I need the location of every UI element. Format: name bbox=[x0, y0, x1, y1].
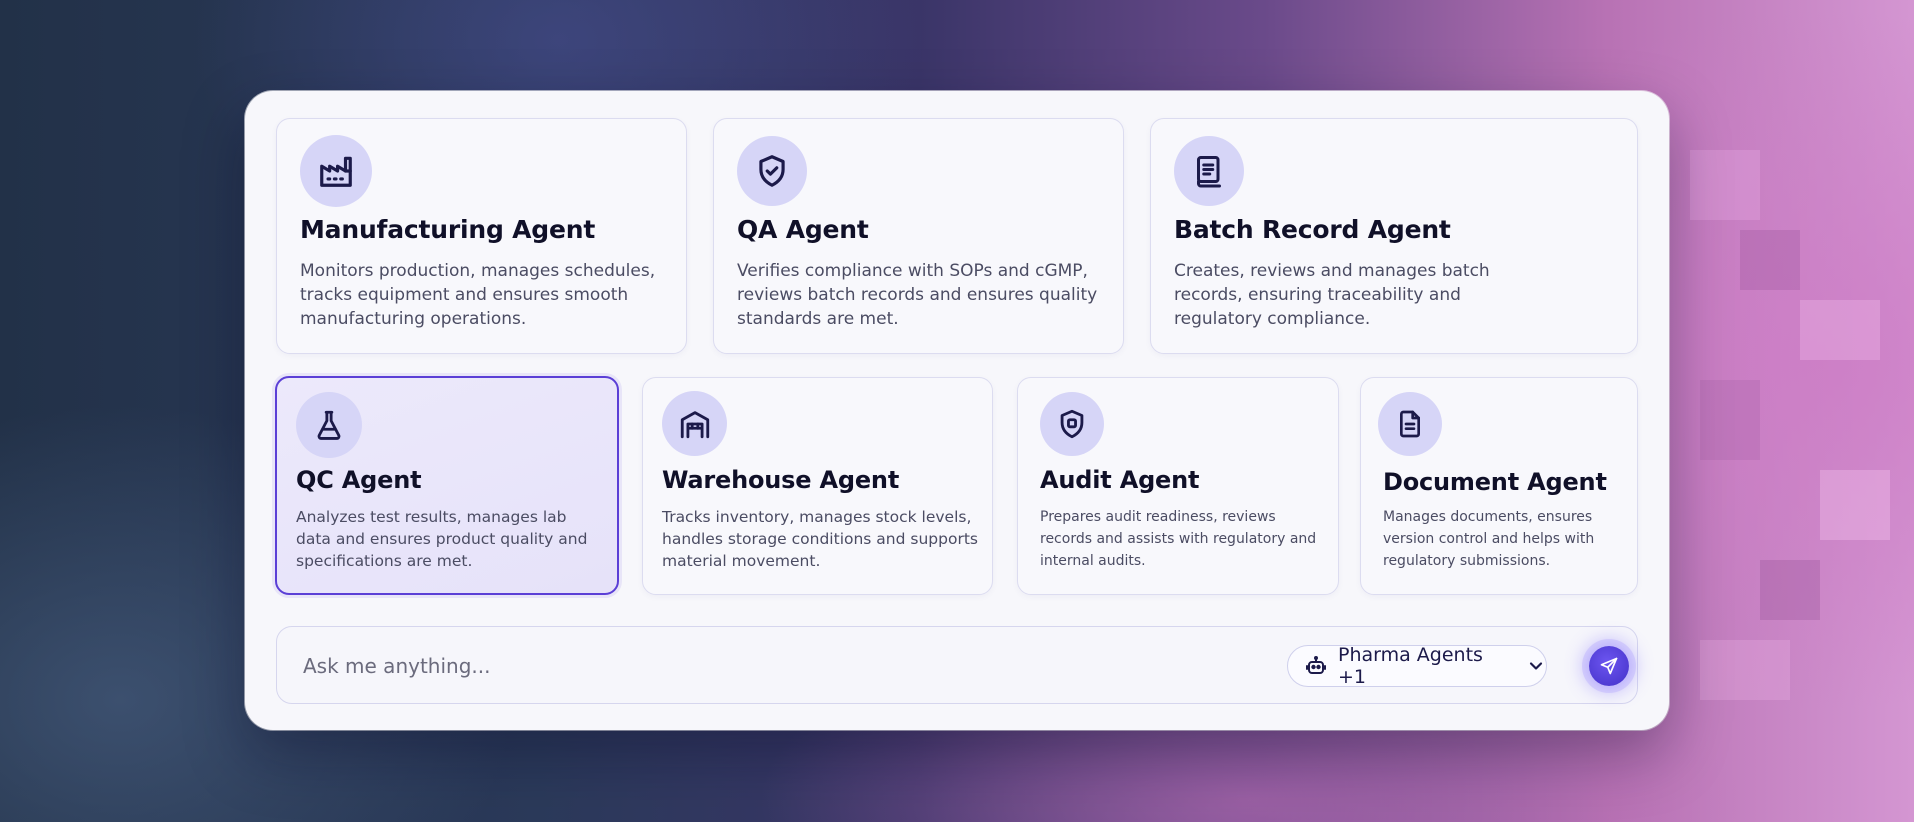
flask-icon bbox=[296, 392, 362, 458]
shield-check-icon bbox=[737, 136, 807, 206]
agent-card-manufacturing[interactable]: Manufacturing Agent Monitors production,… bbox=[276, 118, 687, 354]
agent-description: Monitors production, manages schedules, … bbox=[300, 261, 656, 329]
agent-card-qc[interactable]: QC Agent Analyzes test results, manages … bbox=[275, 376, 619, 595]
agent-card-audit[interactable]: Audit Agent Prepares audit readiness, re… bbox=[1017, 377, 1339, 595]
robot-icon bbox=[1304, 654, 1328, 678]
agent-description: Creates, reviews and manages batch recor… bbox=[1174, 261, 1490, 329]
chat-input-bar: Pharma Agents +1 bbox=[276, 626, 1638, 704]
agent-title: QC Agent bbox=[296, 466, 422, 494]
agent-description: Prepares audit readiness, reviews record… bbox=[1040, 509, 1317, 569]
agent-title: QA Agent bbox=[737, 215, 869, 244]
agent-title: Warehouse Agent bbox=[662, 466, 900, 494]
send-icon bbox=[1599, 656, 1619, 676]
agent-description: Analyzes test results, manages lab data … bbox=[296, 508, 588, 570]
send-button[interactable] bbox=[1589, 646, 1629, 686]
warehouse-icon bbox=[662, 391, 727, 456]
agent-selector-dropdown[interactable]: Pharma Agents +1 bbox=[1287, 644, 1547, 688]
agent-selector-label: Pharma Agents +1 bbox=[1338, 644, 1483, 688]
agent-title: Batch Record Agent bbox=[1174, 215, 1451, 244]
agent-title: Document Agent bbox=[1383, 468, 1607, 496]
agent-title: Manufacturing Agent bbox=[300, 215, 596, 244]
chat-input[interactable] bbox=[301, 647, 1205, 685]
agent-description: Verifies compliance with SOPs and cGMP, … bbox=[737, 261, 1098, 329]
agent-title: Audit Agent bbox=[1040, 466, 1200, 494]
agent-card-qa[interactable]: QA Agent Verifies compliance with SOPs a… bbox=[713, 118, 1124, 354]
agent-card-document[interactable]: Document Agent Manages documents, ensure… bbox=[1360, 377, 1638, 595]
document-icon bbox=[1378, 392, 1442, 456]
shield-badge-icon bbox=[1040, 392, 1104, 456]
agent-description: Tracks inventory, manages stock levels, … bbox=[662, 508, 978, 570]
factory-icon bbox=[300, 135, 372, 207]
record-book-icon bbox=[1174, 136, 1244, 206]
agent-description: Manages documents, ensures version contr… bbox=[1383, 509, 1595, 569]
agent-card-batch-record[interactable]: Batch Record Agent Creates, reviews and … bbox=[1150, 118, 1638, 354]
chevron-down-icon bbox=[1526, 656, 1546, 676]
agent-card-warehouse[interactable]: Warehouse Agent Tracks inventory, manage… bbox=[642, 377, 993, 595]
